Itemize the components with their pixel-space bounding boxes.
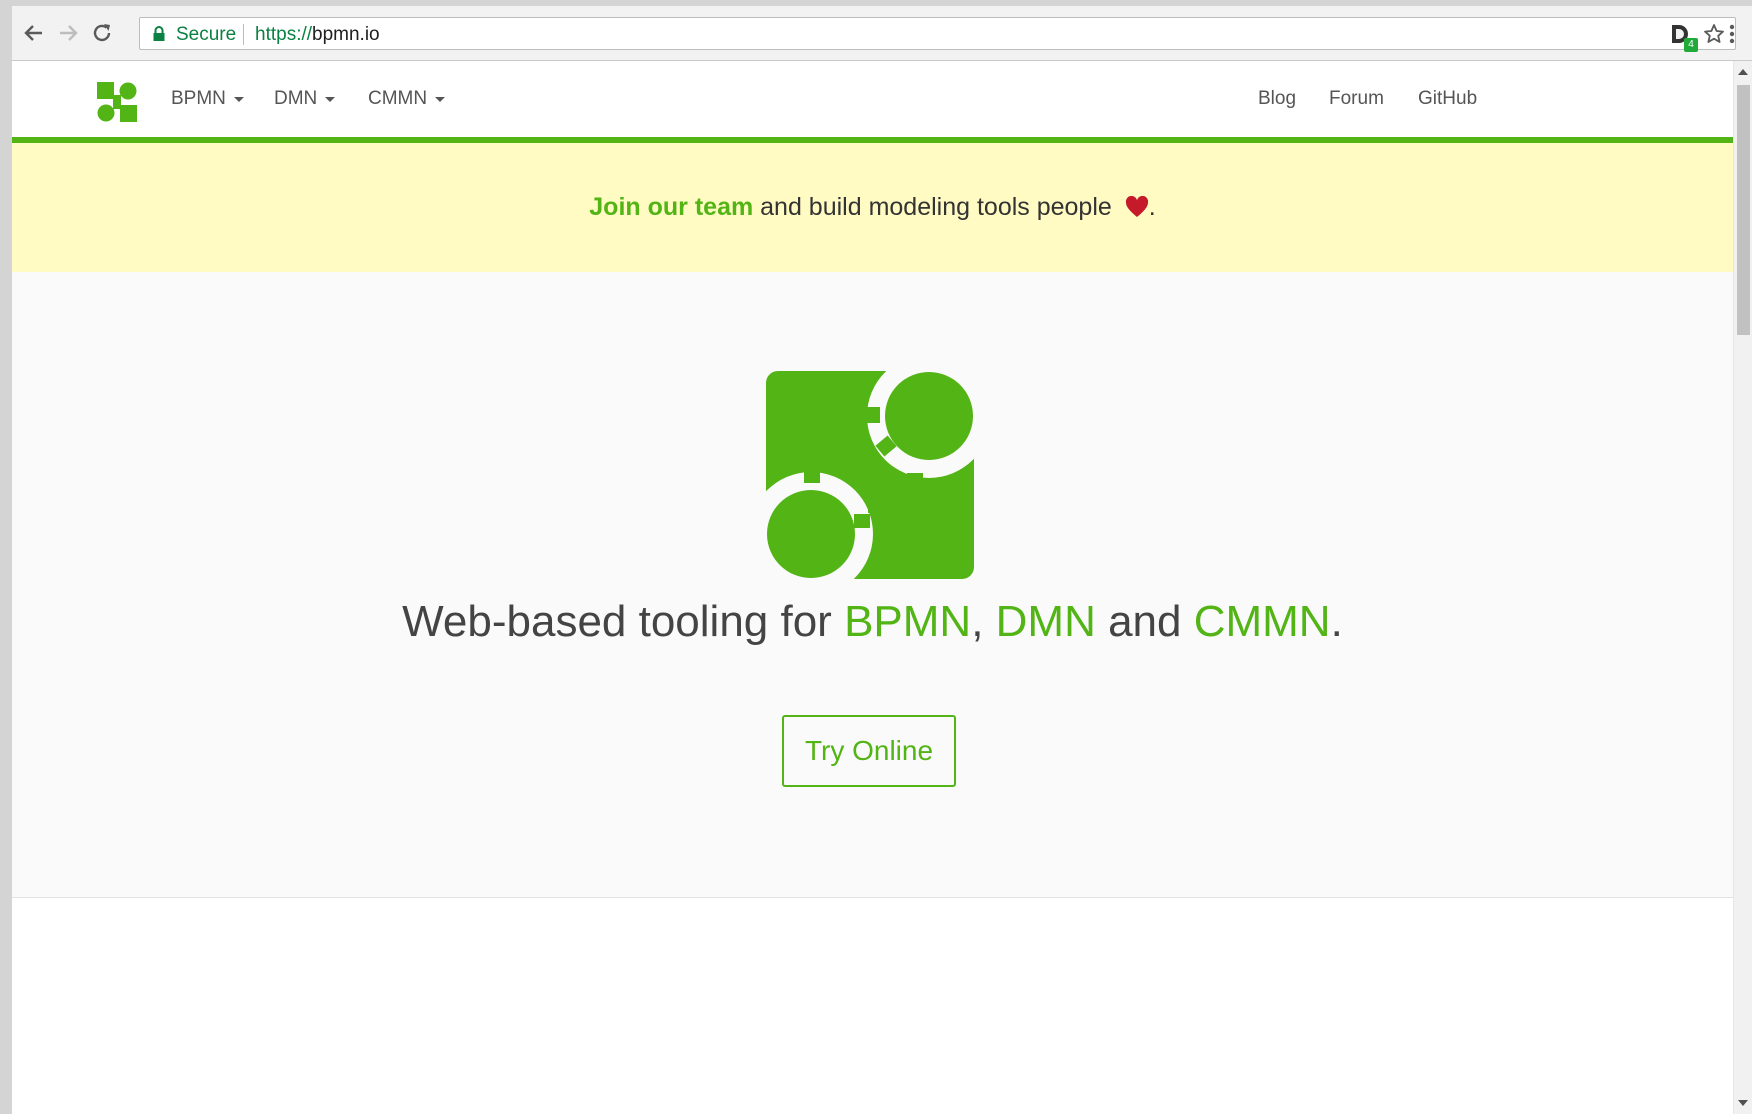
reload-button[interactable] (89, 20, 115, 46)
nav-dropdown-cmmn[interactable]: CMMN (368, 87, 446, 111)
headline-suffix: . (1330, 597, 1343, 646)
site-navbar: BPMN DMN CMMN Blog Forum GitHub (12, 61, 1733, 143)
url-scheme: https:// (255, 24, 313, 45)
forward-button[interactable] (55, 20, 81, 46)
secure-label: Secure (176, 24, 237, 45)
hero-headline: Web-based tooling for BPMN, DMN and CMMN… (12, 594, 1733, 650)
headline-sep1: , (971, 597, 996, 646)
hero-section: Web-based tooling for BPMN, DMN and CMMN… (12, 272, 1733, 898)
browser-menu-icon[interactable] (1724, 22, 1740, 46)
back-arrow-icon (24, 25, 42, 41)
url-text[interactable]: https://bpmn.io (255, 24, 380, 46)
browser-window: Secure https://bpmn.io 4 BPMN DMN CMMN B… (12, 6, 1752, 1114)
nav-link-github[interactable]: GitHub (1418, 87, 1477, 111)
address-bar[interactable]: Secure https://bpmn.io (139, 17, 1736, 50)
caret-down-icon (233, 96, 244, 102)
nav-link-forum[interactable]: Forum (1329, 87, 1384, 111)
caret-down-icon (325, 96, 336, 102)
banner-suffix: . (1148, 193, 1156, 221)
back-button[interactable] (21, 20, 47, 46)
extension-badge: 4 (1684, 38, 1698, 52)
headline-sep2: and (1095, 597, 1194, 646)
headline-cmmn: CMMN (1193, 597, 1331, 646)
url-separator (243, 24, 244, 45)
url-host: bpmn.io (312, 24, 380, 45)
heart-icon (1125, 196, 1148, 217)
bookmark-star-icon[interactable] (1703, 23, 1725, 45)
banner-text: and build modeling tools people (753, 193, 1119, 221)
nav-label: DMN (274, 88, 318, 109)
try-online-button[interactable]: Try Online (782, 715, 956, 787)
nav-label: CMMN (368, 88, 428, 109)
browser-toolbar: Secure https://bpmn.io 4 (12, 6, 1752, 61)
lock-icon (153, 26, 165, 41)
nav-label: BPMN (171, 88, 226, 109)
web-page: BPMN DMN CMMN Blog Forum GitHub Join our… (12, 61, 1733, 1114)
bpmn-gears-logo-icon (766, 371, 974, 579)
scroll-down-icon[interactable] (1738, 1100, 1748, 1106)
page-scrollbar[interactable] (1733, 61, 1752, 1114)
nav-link-blog[interactable]: Blog (1258, 87, 1296, 111)
reload-icon (93, 24, 111, 42)
nav-dropdown-bpmn[interactable]: BPMN (171, 87, 244, 111)
scroll-thumb[interactable] (1737, 85, 1750, 335)
bpmn-io-logo-icon[interactable] (96, 81, 138, 123)
headline-prefix: Web-based tooling for (402, 597, 845, 646)
caret-down-icon (435, 96, 446, 102)
content-below-hero (12, 898, 1733, 1114)
join-team-link[interactable]: Join our team (589, 193, 753, 221)
scroll-up-icon[interactable] (1738, 69, 1748, 75)
recruiting-banner: Join our team and build modeling tools p… (12, 143, 1733, 273)
nav-dropdown-dmn[interactable]: DMN (274, 87, 336, 111)
forward-arrow-icon (60, 25, 78, 41)
headline-bpmn: BPMN (844, 597, 972, 646)
headline-dmn: DMN (995, 597, 1096, 646)
